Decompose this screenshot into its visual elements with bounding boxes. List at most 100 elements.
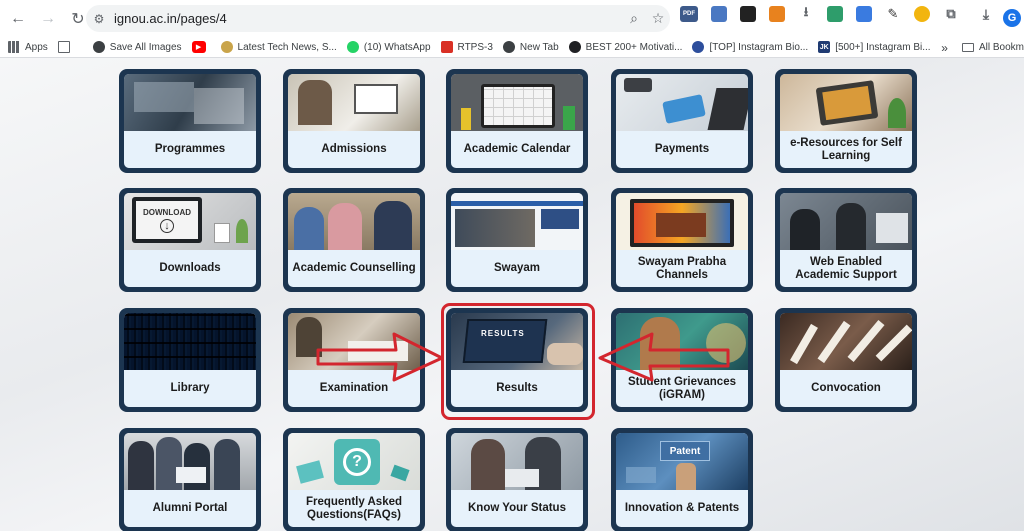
forward-arrow-icon[interactable]: → [34,5,62,33]
tile-label: Programmes [154,143,226,155]
bookmark-instagram-500[interactable]: JK [500+] Instagram Bi... [818,41,931,53]
bookmark-label: RTPS-3 [457,41,493,53]
tile-e-resources[interactable]: e-Resources for Self Learning [775,69,917,173]
bookmark-label: [500+] Instagram Bi... [835,41,931,53]
tile-convocation[interactable]: Convocation [775,308,917,412]
apps-grid-icon [8,41,20,53]
download-extension-icon[interactable]: ⭳ [798,4,814,22]
address-bar[interactable]: ⚙ ignou.ac.in/pages/4 ⌕ ☆ [86,5,670,32]
bookmark-label: New Tab [519,41,559,53]
e-resources-photo [780,74,912,131]
tile-label: Library [170,382,210,394]
url-text[interactable]: ignou.ac.in/pages/4 [114,11,622,26]
swayam-prabha-photo [616,193,748,250]
bookmark-save-all-images[interactable]: Save All Images [92,41,182,53]
admissions-photo [288,74,420,131]
folder-icon [961,43,974,52]
tile-academic-counselling[interactable]: Academic Counselling [283,188,425,292]
tile-downloads[interactable]: DOWNLOAD ↓ Downloads [119,188,261,292]
rtps-icon [440,41,453,53]
downloads-photo: DOWNLOAD ↓ [124,193,256,250]
back-arrow-icon[interactable]: ← [4,5,32,33]
puzzle-extensions-icon[interactable]: ⧉ [943,6,959,22]
tile-label: Swayam Prabha Channels [637,255,727,281]
tile-label: Admissions [321,143,387,155]
zoom-icon[interactable]: ⌕ [622,10,646,27]
all-bookmarks-label[interactable]: All Bookm [979,42,1024,53]
tile-admissions[interactable]: Admissions [283,69,425,173]
tile-swayam-prabha[interactable]: Swayam Prabha Channels [611,188,753,292]
tile-faqs[interactable]: ? Frequently Asked Questions(FAQs) [283,428,425,531]
tile-student-grievances[interactable]: Student Grievances (iGRAM) [611,308,753,412]
jk-icon: JK [818,41,831,53]
tile-web-enabled-support[interactable]: Web Enabled Academic Support [775,188,917,292]
question-mark-icon: ? [343,448,371,476]
tile-label: Student Grievances (iGRAM) [627,375,736,401]
tile-alumni-portal[interactable]: Alumni Portal [119,428,261,531]
bookmark-tab-groups[interactable] [57,41,75,53]
tile-label: Convocation [811,382,881,394]
youtube-icon: ▶ [191,41,206,53]
download-arrow-icon: ↓ [160,218,174,233]
whatsapp-icon [346,41,359,53]
profile-avatar[interactable]: G [1003,9,1021,27]
motivation-icon [568,41,581,53]
tile-label: Examination [319,382,389,394]
pdf-extension-icon[interactable]: PDF [680,6,698,22]
tile-library[interactable]: Library [119,308,261,412]
tech-news-icon [220,41,233,53]
bookmark-label: [TOP] Instagram Bio... [709,41,809,53]
instagram-bio-icon [692,41,705,53]
tile-label: Payments [654,143,710,155]
screen-capture-extension-icon[interactable] [711,6,727,22]
student-grievances-photo [616,313,748,370]
dark-extension-icon[interactable] [740,6,756,22]
swayam-photo [451,193,583,250]
tile-programmes[interactable]: Programmes [119,69,261,173]
tile-label: Downloads [159,262,221,274]
tile-examination[interactable]: Examination [283,308,425,412]
colorful-extension-icon[interactable] [827,6,843,22]
web-enabled-support-photo [780,193,912,250]
bookmark-rtps[interactable]: RTPS-3 [440,41,493,53]
tile-label: Frequently Asked Questions(FAQs) [305,495,403,521]
bookmark-label: BEST 200+ Motivati... [585,41,683,53]
bookmark-label: Latest Tech News, S... [237,41,337,53]
academic-calendar-photo [451,74,583,131]
tile-label: Academic Counselling [292,262,416,274]
bookmark-new-tab[interactable]: New Tab [502,41,559,53]
tile-payments[interactable]: Payments [611,69,753,173]
tile-swayam[interactable]: Swayam [446,188,588,292]
tab-groups-icon [57,41,70,53]
metamask-extension-icon[interactable] [769,6,785,22]
tile-label: Web Enabled Academic Support [795,255,897,281]
bookmark-motivation[interactable]: BEST 200+ Motivati... [568,41,683,53]
bookmark-tech-news[interactable]: Latest Tech News, S... [220,41,337,53]
site-info-icon[interactable]: ⚙ [86,12,112,26]
tile-label: Alumni Portal [152,502,228,514]
tile-academic-calendar[interactable]: Academic Calendar [446,69,588,173]
downloads-icon[interactable]: ⤓ [978,6,994,22]
tile-label: Know Your Status [468,502,566,514]
page-content: Programmes Admissions Academic Calendar [0,58,1024,531]
academic-counselling-photo [288,193,420,250]
tile-label: e-Resources for Self Learning [790,136,902,162]
tile-know-your-status[interactable]: Know Your Status [446,428,588,531]
bookmark-star-icon[interactable]: ☆ [646,10,670,27]
faqs-photo: ? [288,433,420,490]
chrome-extension-icon[interactable] [914,6,930,22]
bookmark-label: (10) WhatsApp [363,41,431,53]
bookmark-youtube[interactable]: ▶ [191,41,211,53]
bookmark-instagram-bio[interactable]: [TOP] Instagram Bio... [692,41,808,53]
eyedropper-extension-icon[interactable]: ✎ [885,6,901,22]
browser-toolbar: ← → ↻ ⚙ ignou.ac.in/pages/4 ⌕ ☆ PDF ⭳ ✎ … [0,0,1024,37]
bookmark-whatsapp[interactable]: (10) WhatsApp [346,41,431,53]
save-images-icon [92,41,105,53]
bookmark-apps[interactable]: Apps [8,41,48,53]
chevron-double-right-icon[interactable]: » [941,41,948,55]
tile-innovation-patents[interactable]: Patent Innovation & Patents [611,428,753,531]
translate-extension-icon[interactable] [856,6,872,22]
innovation-patents-photo: Patent [616,433,748,490]
new-tab-icon [502,41,515,53]
extensions-area: PDF ⭳ ✎ ⧉ ⤓ [680,4,1007,22]
